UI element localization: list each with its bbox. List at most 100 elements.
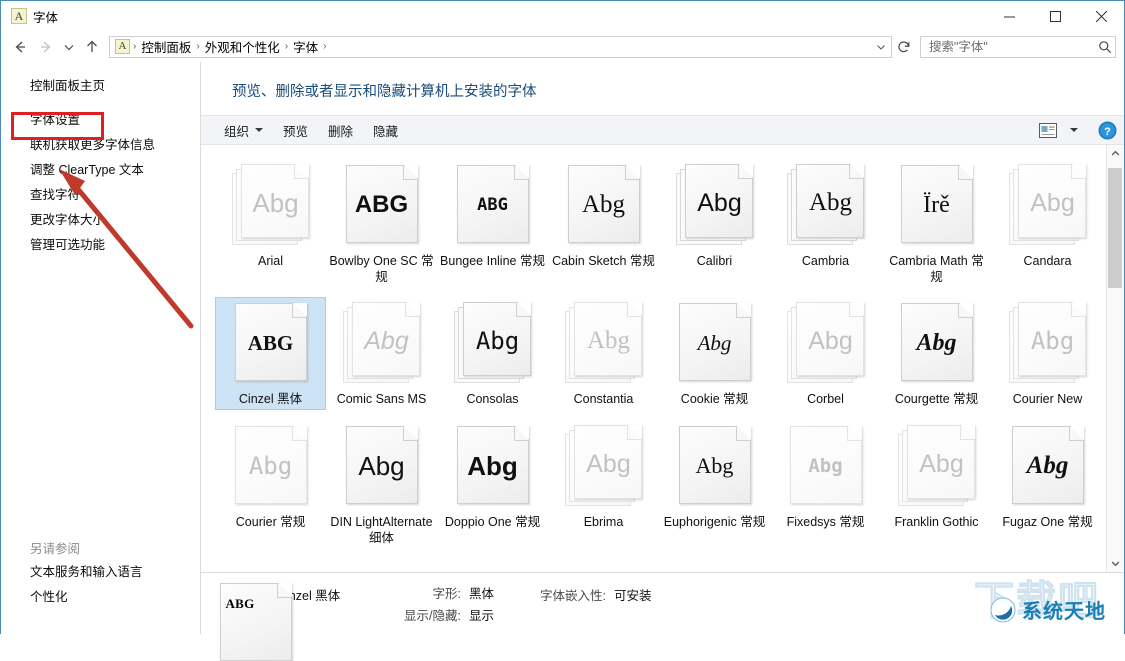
font-tile-icon: Abg bbox=[454, 301, 532, 385]
page-fold-icon bbox=[277, 583, 292, 598]
font-tile-label: Cinzel 黑体 bbox=[218, 391, 323, 409]
view-layout-icon[interactable] bbox=[1036, 120, 1060, 140]
font-tile[interactable]: AbgConstantia bbox=[548, 297, 659, 410]
font-tile[interactable]: Abg Consolas bbox=[437, 297, 548, 410]
sidebar-item-personalization[interactable]: 个性化 bbox=[1, 585, 200, 610]
breadcrumb-item-control-panel[interactable]: 控制面板 bbox=[137, 37, 195, 56]
font-tile[interactable]: AbgCalibri bbox=[659, 159, 770, 287]
font-tile[interactable]: AbgArial bbox=[215, 159, 326, 287]
font-grid[interactable]: AbgArialABGBowlby One SC 常规ABGBungee Inl… bbox=[201, 145, 1106, 572]
breadcrumb-separator-3[interactable]: › bbox=[322, 41, 327, 52]
chevron-down-icon bbox=[255, 128, 263, 132]
font-tile[interactable]: AbgCabin Sketch 常规 bbox=[548, 159, 659, 287]
sidebar-item-control-panel-home[interactable]: 控制面板主页 bbox=[1, 74, 200, 99]
see-also-section: 另请参阅 文本服务和输入语言 个性化 bbox=[1, 535, 200, 610]
breadcrumb-item-fonts[interactable]: 字体 bbox=[289, 37, 322, 56]
refresh-button[interactable] bbox=[892, 36, 916, 58]
scroll-up-button[interactable] bbox=[1107, 145, 1124, 162]
back-button[interactable] bbox=[7, 34, 33, 60]
close-button[interactable] bbox=[1078, 1, 1124, 31]
font-tile[interactable]: AbgComic Sans MS bbox=[326, 297, 437, 410]
maximize-button[interactable] bbox=[1032, 1, 1078, 31]
font-tile[interactable]: AbgCourgette 常规 bbox=[881, 297, 992, 410]
font-tile[interactable]: Abg DIN LightAlternate 细体 bbox=[326, 420, 437, 548]
search-input[interactable] bbox=[921, 38, 1094, 56]
breadcrumb-dropdown-icon[interactable] bbox=[875, 37, 887, 57]
font-tile[interactable]: AbgCourier New bbox=[992, 297, 1103, 410]
scrollbar-thumb[interactable] bbox=[1108, 168, 1122, 288]
search-icon[interactable] bbox=[1094, 40, 1115, 54]
vertical-scrollbar[interactable] bbox=[1106, 145, 1124, 572]
font-tile-icon: Abg bbox=[898, 301, 976, 385]
sidebar-item-change-font-size[interactable]: 更改字体大小 bbox=[1, 208, 200, 233]
font-list-area: AbgArialABGBowlby One SC 常规ABGBungee Inl… bbox=[201, 145, 1124, 572]
font-tile[interactable]: Abg Fugaz One 常规 bbox=[992, 420, 1103, 548]
font-tile[interactable]: AbgDoppio One 常规 bbox=[437, 420, 548, 548]
font-tile[interactable]: AbgFixedsys 常规 bbox=[770, 420, 881, 548]
sidebar-item-text-services-input-languages[interactable]: 文本服务和输入语言 bbox=[1, 560, 200, 585]
font-tile[interactable]: AbgCandara bbox=[992, 159, 1103, 287]
font-preview-glyph: Abg bbox=[565, 424, 643, 508]
font-preview-glyph-text: ABG bbox=[477, 195, 508, 215]
font-preview-glyph: ABG bbox=[343, 163, 421, 247]
details-thumb-glyph: ABG bbox=[217, 581, 263, 627]
minimize-button[interactable] bbox=[986, 1, 1032, 31]
view-options-chevron-icon[interactable] bbox=[1062, 120, 1086, 140]
forward-button[interactable] bbox=[33, 34, 59, 60]
breadcrumb-item-appearance[interactable]: 外观和个性化 bbox=[201, 37, 284, 56]
scroll-down-button[interactable] bbox=[1107, 555, 1124, 572]
font-tile-label: Comic Sans MS bbox=[329, 391, 434, 409]
recent-locations-button[interactable] bbox=[59, 34, 79, 60]
font-preview-glyph: Abg bbox=[343, 424, 421, 508]
font-preview-glyph-text: Abg bbox=[586, 450, 630, 479]
font-tile-icon: Abg bbox=[1009, 424, 1087, 508]
search-box[interactable] bbox=[920, 36, 1116, 58]
font-tile[interactable]: AbgCorbel bbox=[770, 297, 881, 410]
font-tile[interactable]: AbgFranklin Gothic bbox=[881, 420, 992, 548]
font-preview-glyph-text: Abg bbox=[476, 327, 519, 355]
organize-button[interactable]: 组织 bbox=[215, 117, 272, 144]
details-font-name: Cinzel 黑体 bbox=[277, 583, 387, 604]
font-tile[interactable]: ABGBowlby One SC 常规 bbox=[326, 159, 437, 287]
preview-button[interactable]: 预览 bbox=[274, 117, 317, 144]
font-preview-glyph: Abg bbox=[676, 424, 754, 508]
font-preview-glyph: Abg bbox=[565, 301, 643, 385]
font-preview-glyph: Abg bbox=[232, 424, 310, 508]
font-tile[interactable]: Abg Euphorigenic 常规 bbox=[659, 420, 770, 548]
font-tile[interactable]: AbgEbrima bbox=[548, 420, 659, 548]
font-tile[interactable]: AbgCookie 常规 bbox=[659, 297, 770, 410]
font-tile[interactable]: ÏrěCambria Math 常规 bbox=[881, 159, 992, 287]
scrollbar-track[interactable] bbox=[1107, 162, 1124, 555]
sidebar-item-get-more-fonts-online[interactable]: 联机获取更多字体信息 bbox=[1, 133, 200, 158]
hide-button[interactable]: 隐藏 bbox=[364, 117, 407, 144]
font-tile[interactable]: AbgCourier 常规 bbox=[215, 420, 326, 548]
font-tile-label: Cambria Math 常规 bbox=[884, 253, 989, 287]
help-button[interactable]: ? bbox=[1096, 120, 1118, 140]
watermark-outline-text: 下载吧 bbox=[974, 568, 1100, 626]
font-preview-glyph-text: Abg bbox=[467, 451, 518, 482]
title-bar: A 字体 bbox=[1, 1, 1124, 31]
font-tile[interactable]: AbgCambria bbox=[770, 159, 881, 287]
font-preview-glyph: Abg bbox=[1009, 163, 1087, 247]
up-button[interactable] bbox=[79, 34, 105, 60]
sidebar-item-manage-optional-features[interactable]: 管理可选功能 bbox=[1, 233, 200, 258]
sidebar-item-find-character[interactable]: 查找字符 bbox=[1, 183, 200, 208]
font-tile[interactable]: ABGBungee Inline 常规 bbox=[437, 159, 548, 287]
font-preview-glyph-text: Abg bbox=[1027, 452, 1069, 480]
font-tile-label: DIN LightAlternate 细体 bbox=[329, 514, 434, 548]
font-tile-label: Euphorigenic 常规 bbox=[662, 514, 767, 532]
sidebar-item-adjust-cleartype-text[interactable]: 调整 ClearType 文本 bbox=[1, 158, 200, 183]
font-tile-label: Consolas bbox=[440, 391, 545, 409]
font-tile-label: Corbel bbox=[773, 391, 878, 409]
font-tile-label: Fugaz One 常规 bbox=[995, 514, 1100, 532]
font-preview-glyph-text: Abg bbox=[808, 455, 842, 477]
font-tile[interactable]: ABGCinzel 黑体 bbox=[215, 297, 326, 410]
font-preview-glyph: Abg bbox=[787, 163, 865, 247]
sidebar-item-font-settings[interactable]: 字体设置 bbox=[1, 108, 200, 133]
delete-button[interactable]: 删除 bbox=[319, 117, 362, 144]
details-value-typeface: 黑体 bbox=[461, 583, 494, 602]
watermark-logo-icon bbox=[990, 597, 1016, 623]
font-tile-icon: Abg bbox=[232, 163, 310, 247]
breadcrumb[interactable]: A › 控制面板 › 外观和个性化 › 字体 › bbox=[109, 36, 892, 58]
font-tile-icon: Abg bbox=[676, 163, 754, 247]
